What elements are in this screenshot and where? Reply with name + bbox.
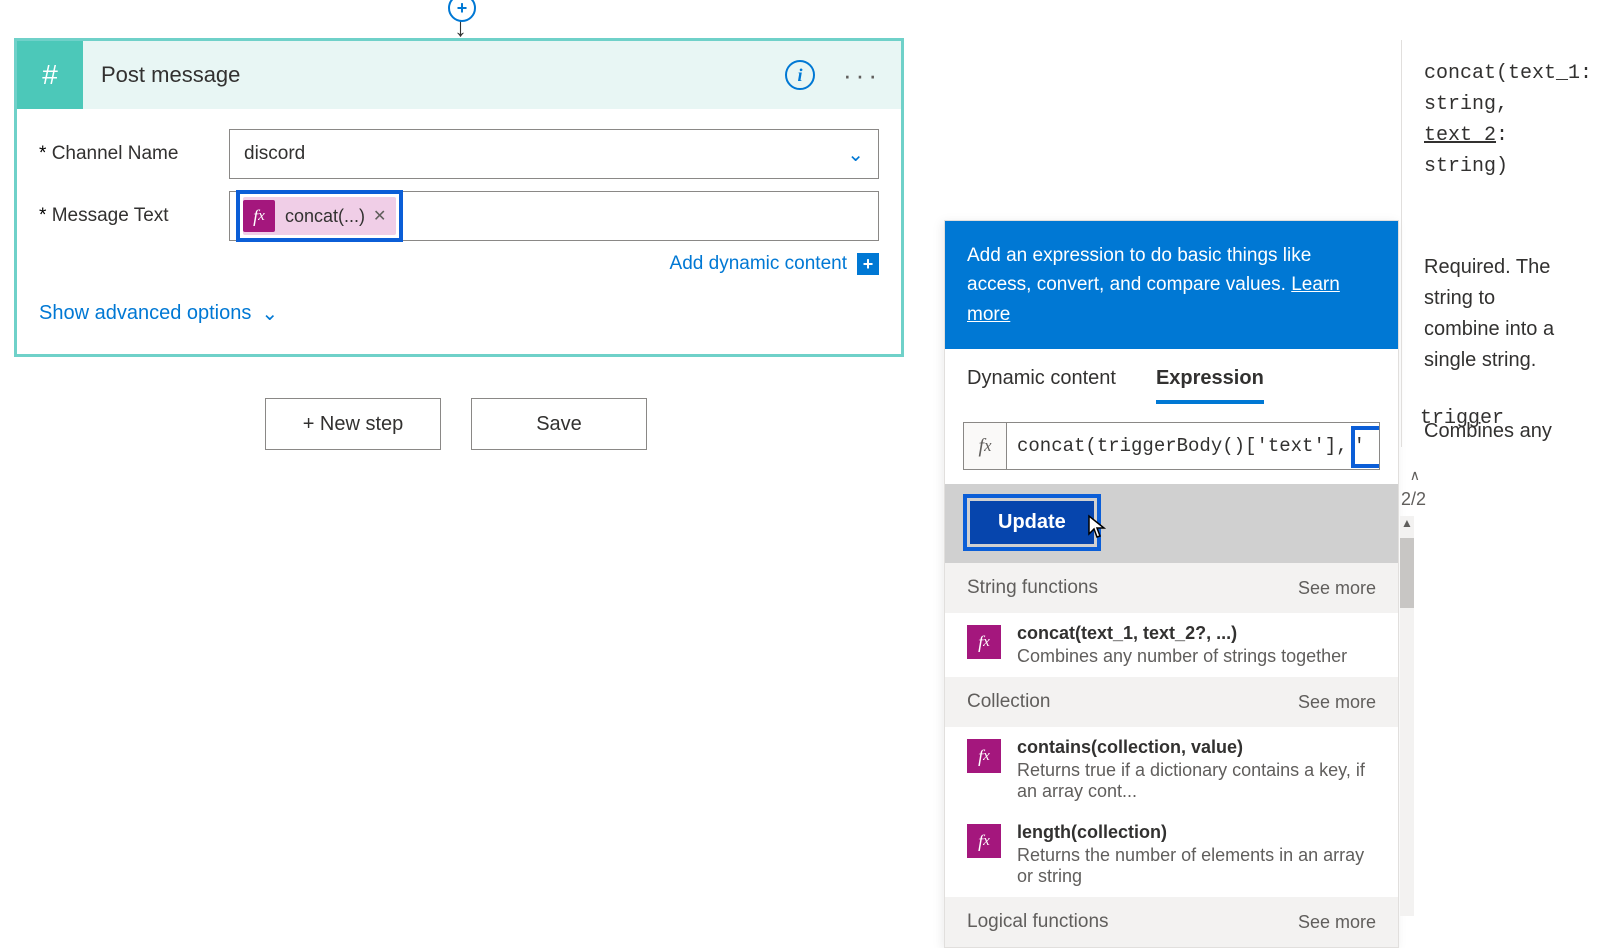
- fx-icon: fx: [243, 200, 275, 232]
- expression-input[interactable]: concat(triggerBody()['text'], ' ': [1007, 422, 1380, 470]
- add-dynamic-plus-icon[interactable]: +: [857, 253, 879, 275]
- functions-scrollbar[interactable]: ▲: [1400, 516, 1414, 916]
- category-logical-functions: Logical functions: [967, 911, 1109, 933]
- action-card-post-message: # Post message i ··· * Channel Name disc…: [14, 38, 904, 357]
- channel-name-select[interactable]: discord ⌄: [229, 129, 879, 179]
- channel-name-label: * Channel Name: [39, 143, 229, 165]
- connector-icon: #: [17, 41, 83, 109]
- scroll-up-icon[interactable]: ▲: [1400, 516, 1414, 534]
- function-length[interactable]: fx length(collection) Returns the number…: [945, 812, 1398, 897]
- expression-panel: Add an expression to do basic things lik…: [944, 220, 1399, 948]
- see-more-collection[interactable]: See more: [1298, 692, 1376, 713]
- cursor-icon: [1085, 514, 1107, 546]
- new-step-button[interactable]: + New step: [265, 398, 441, 450]
- save-button[interactable]: Save: [471, 398, 647, 450]
- chevron-down-icon: ⌄: [847, 142, 864, 167]
- chevron-down-icon: ⌄: [261, 301, 278, 326]
- pager-count: ∧ 2/2: [1401, 489, 1426, 510]
- fx-prefix-icon: fx: [963, 422, 1007, 470]
- see-more-logical[interactable]: See more: [1298, 912, 1376, 933]
- fx-icon: fx: [967, 824, 1001, 858]
- tabs: Dynamic content Expression: [945, 349, 1398, 404]
- fx-icon: fx: [967, 739, 1001, 773]
- card-header[interactable]: # Post message i ···: [17, 41, 901, 109]
- card-title: Post message: [83, 62, 785, 88]
- pager-up-icon[interactable]: ∧: [1410, 467, 1420, 484]
- tab-dynamic-content[interactable]: Dynamic content: [967, 367, 1116, 404]
- see-more-string[interactable]: See more: [1298, 578, 1376, 599]
- add-dynamic-content-link[interactable]: Add dynamic content: [670, 253, 847, 275]
- expression-highlight-box: [1351, 426, 1380, 468]
- expression-token[interactable]: fx concat(...) ✕: [243, 197, 396, 235]
- scroll-thumb[interactable]: [1400, 538, 1414, 608]
- function-concat[interactable]: fx concat(text_1, text_2?, ...) Combines…: [945, 613, 1398, 677]
- token-remove-icon[interactable]: ✕: [373, 206, 386, 226]
- fx-icon: fx: [967, 625, 1001, 659]
- add-action-plus[interactable]: +: [448, 0, 476, 22]
- info-icon[interactable]: i: [785, 60, 815, 90]
- show-advanced-options[interactable]: Show advanced options ⌄: [39, 293, 879, 344]
- category-string-functions: String functions: [967, 577, 1098, 599]
- token-label: concat(...): [285, 206, 365, 227]
- update-button[interactable]: Update: [970, 501, 1094, 544]
- function-contains[interactable]: fx contains(collection, value) Returns t…: [945, 727, 1398, 812]
- message-text-label: * Message Text: [39, 205, 229, 227]
- ellipsis-icon[interactable]: ···: [843, 60, 881, 91]
- message-text-input[interactable]: fx concat(...) ✕: [229, 191, 879, 241]
- function-signature-tooltip: concat(text_1: string, text_2: string) R…: [1401, 40, 1600, 447]
- category-collection: Collection: [967, 691, 1050, 713]
- tab-expression[interactable]: Expression: [1156, 367, 1264, 404]
- channel-name-value: discord: [244, 143, 305, 165]
- expression-banner: Add an expression to do basic things lik…: [945, 221, 1398, 349]
